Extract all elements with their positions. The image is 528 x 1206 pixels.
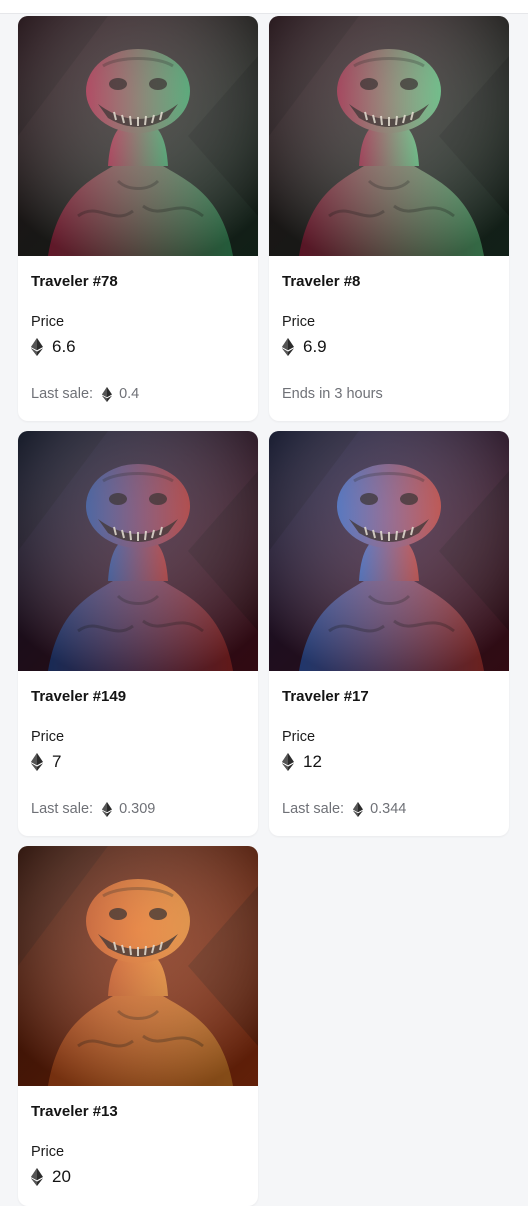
card-footer: Last sale: 0.344	[282, 800, 496, 818]
nft-thumbnail[interactable]	[18, 16, 258, 256]
price-value: 12	[303, 752, 322, 771]
nft-image	[18, 431, 258, 671]
footer-label: Ends in 3 hours	[282, 386, 383, 402]
card-info: Traveler #13 Price 20	[18, 1086, 258, 1188]
ethereum-icon	[31, 1168, 43, 1186]
nft-image	[269, 16, 509, 256]
nft-thumbnail[interactable]	[269, 431, 509, 671]
price-value: 7	[52, 752, 62, 771]
card-info: Traveler #149 Price 7 Last sale: 0.309	[18, 671, 258, 818]
nft-card[interactable]: Traveler #17 Price 12 Last sale: 0.344	[269, 431, 509, 836]
last-sale-value: 0.4	[119, 386, 140, 402]
price-label: Price	[31, 314, 65, 330]
ethereum-icon	[282, 338, 294, 356]
footer-label: Last sale:	[31, 386, 94, 402]
nft-title[interactable]: Traveler #8	[282, 272, 496, 292]
card-info: Traveler #78 Price 6.6 Last sale: 0.4	[18, 256, 258, 403]
nft-title[interactable]: Traveler #149	[31, 687, 245, 707]
nft-title[interactable]: Traveler #78	[31, 272, 245, 292]
nft-thumbnail[interactable]	[269, 16, 509, 256]
ethereum-icon	[353, 801, 364, 817]
ethereum-icon	[102, 386, 113, 402]
ethereum-icon	[282, 753, 294, 771]
ethereum-icon	[102, 801, 113, 817]
card-info: Traveler #17 Price 12 Last sale: 0.344	[269, 671, 509, 818]
nft-title[interactable]: Traveler #13	[31, 1102, 245, 1122]
price-label: Price	[31, 1144, 65, 1160]
price-value: 6.6	[52, 337, 76, 356]
nft-card[interactable]: Traveler #78 Price 6.6 Last sale: 0.4	[18, 16, 258, 421]
top-bar	[0, 0, 528, 14]
ethereum-icon	[31, 753, 43, 771]
price-label: Price	[31, 729, 65, 745]
price-row: 7	[31, 751, 245, 773]
footer-label: Last sale:	[31, 801, 94, 817]
card-info: Traveler #8 Price 6.9 Ends in 3 hours	[269, 256, 509, 403]
nft-grid: Traveler #78 Price 6.6 Last sale: 0.4 Tr…	[18, 16, 510, 1206]
price-value: 20	[52, 1167, 71, 1186]
nft-card[interactable]: Traveler #8 Price 6.9 Ends in 3 hours	[269, 16, 509, 421]
nft-thumbnail[interactable]	[18, 846, 258, 1086]
card-footer: Last sale: 0.4	[31, 385, 245, 403]
price-label: Price	[282, 729, 316, 745]
nft-card[interactable]: Traveler #149 Price 7 Last sale: 0.309	[18, 431, 258, 836]
last-sale-value: 0.309	[119, 801, 156, 817]
price-row: 6.9	[282, 336, 496, 358]
card-footer: Ends in 3 hours	[282, 385, 496, 403]
ethereum-icon	[31, 338, 43, 356]
nft-image	[18, 846, 258, 1086]
nft-title[interactable]: Traveler #17	[282, 687, 496, 707]
price-row: 20	[31, 1166, 245, 1188]
nft-image	[269, 431, 509, 671]
price-row: 12	[282, 751, 496, 773]
price-label: Price	[282, 314, 316, 330]
card-footer: Last sale: 0.309	[31, 800, 245, 818]
nft-image	[18, 16, 258, 256]
price-row: 6.6	[31, 336, 245, 358]
footer-label: Last sale:	[282, 801, 345, 817]
nft-card[interactable]: Traveler #13 Price 20	[18, 846, 258, 1206]
price-value: 6.9	[303, 337, 327, 356]
nft-thumbnail[interactable]	[18, 431, 258, 671]
last-sale-value: 0.344	[370, 801, 407, 817]
